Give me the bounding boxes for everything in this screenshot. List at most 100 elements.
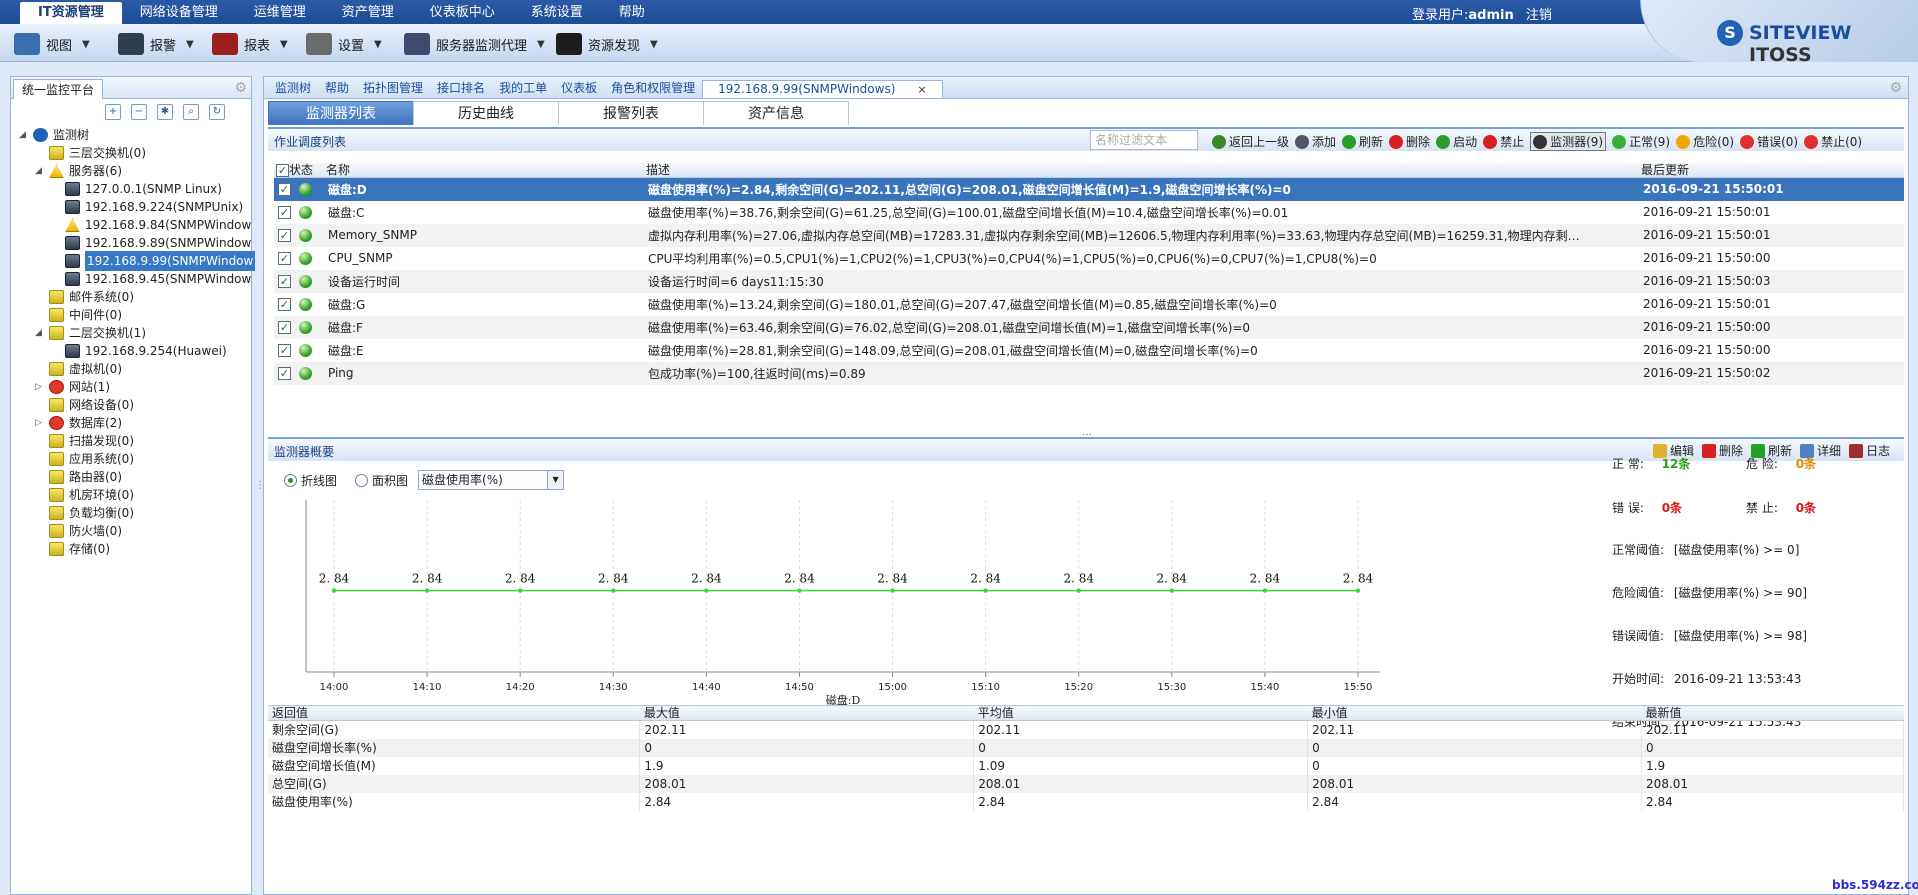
column-header[interactable]: 最新值 <box>1641 705 1904 721</box>
tab-active-device[interactable]: 192.168.9.99(SNMPWindows) × <box>702 80 943 98</box>
topnav-item[interactable]: 运维管理 <box>236 2 324 24</box>
main-tab[interactable]: 仪表板 <box>554 80 604 98</box>
topnav-item[interactable]: IT资源管理 <box>20 2 122 24</box>
summary-action[interactable]: 删除 <box>1702 442 1743 459</box>
main-tab[interactable]: 监测树 <box>268 80 318 98</box>
data-point[interactable] <box>611 588 616 593</box>
topnav-item[interactable]: 网络设备管理 <box>122 2 236 24</box>
topnav-item[interactable]: 仪表板中心 <box>412 2 513 24</box>
tree-node[interactable]: 192.168.9.84(SNMPWindow <box>51 215 251 235</box>
tree-node[interactable]: 应用系统(0) <box>35 449 134 469</box>
tree-node[interactable]: 192.168.9.45(SNMPWindow <box>51 269 251 289</box>
joblist-action[interactable]: 危险(0) <box>1676 133 1734 150</box>
data-point[interactable] <box>797 588 802 593</box>
toolbar-button[interactable]: 服务器监测代理 ▼ <box>404 32 545 56</box>
joblist-action[interactable]: 正常(9) <box>1612 133 1670 150</box>
column-header[interactable]: 平均值 <box>973 705 1308 721</box>
row-checkbox[interactable]: ✓ <box>278 298 291 311</box>
tree-toggle-icon[interactable]: ▷ <box>35 377 45 397</box>
line-chart-radio[interactable] <box>284 473 297 487</box>
tree-node[interactable]: 127.0.0.1(SNMP Linux) <box>51 179 222 199</box>
refresh-icon[interactable]: ↻ <box>209 104 225 120</box>
tab-unified-platform[interactable]: 统一监控平台 <box>13 79 104 99</box>
data-point[interactable] <box>424 588 430 593</box>
tree-node[interactable]: ▷ 网站(1) <box>35 377 110 397</box>
tree-node[interactable]: 防火墙(0) <box>35 521 122 541</box>
joblist-action[interactable]: 刷新 <box>1342 133 1383 150</box>
column-header[interactable]: 名称 <box>324 163 644 178</box>
topnav-item[interactable]: 系统设置 <box>513 2 601 24</box>
tree-node[interactable]: 三层交换机(0) <box>35 143 146 163</box>
sub-tab[interactable]: 报警列表 <box>558 101 704 125</box>
tree-node[interactable]: ◢ 服务器(6) <box>35 161 122 181</box>
tree-node[interactable]: 存储(0) <box>35 539 110 559</box>
select-all-checkbox[interactable]: ✓ <box>276 164 289 177</box>
column-header[interactable]: 描述 <box>644 163 1639 178</box>
data-point[interactable] <box>1169 588 1175 593</box>
tree-node[interactable]: 192.168.9.99(SNMPWindow <box>51 251 256 271</box>
panel-gear-icon[interactable]: ⚙ <box>234 80 247 96</box>
main-tab[interactable]: 我的工单 <box>492 80 554 98</box>
column-header[interactable]: 最小值 <box>1307 705 1642 721</box>
tree-toggle-icon[interactable]: ◢ <box>19 125 29 145</box>
tree-node[interactable]: 扫描发现(0) <box>35 431 134 451</box>
tree-node[interactable]: 虚拟机(0) <box>35 359 122 379</box>
toolbar-button[interactable]: 报警 ▼ <box>118 32 194 56</box>
column-header[interactable]: 返回值 <box>268 705 640 721</box>
tree-node[interactable]: 网络设备(0) <box>35 395 134 415</box>
table-row[interactable]: ✓ 磁盘:E 磁盘使用率(%)=28.81,剩余空间(G)=148.09,总空间(G… <box>274 339 1904 362</box>
chevron-down-icon[interactable]: ▼ <box>650 39 658 50</box>
table-row[interactable]: ✓ CPU_SNMP CPU平均利用率(%)=0.5,CPU1(%)=1,CPU2(… <box>274 247 1904 270</box>
column-header[interactable]: ✓ 状态 <box>274 163 324 178</box>
toolbar-button[interactable]: 设置 ▼ <box>306 32 382 56</box>
locate-icon[interactable]: ✱ <box>157 104 173 120</box>
sub-tab[interactable]: 资产信息 <box>703 101 849 125</box>
joblist-action[interactable]: 禁止(0) <box>1804 133 1862 150</box>
sub-tab[interactable]: 监测器列表 <box>268 101 414 125</box>
column-header[interactable]: 最大值 <box>639 705 974 721</box>
table-row[interactable]: ✓ 磁盘:F 磁盘使用率(%)=63.46,剩余空间(G)=76.02,总空间(G)… <box>274 315 1904 339</box>
main-tab[interactable]: 拓扑图管理 <box>356 80 430 98</box>
name-filter-input[interactable]: 名称过滤文本 <box>1090 130 1198 150</box>
tabs-gear-icon[interactable]: ⚙ <box>1889 80 1902 96</box>
row-checkbox[interactable]: ✓ <box>278 206 291 219</box>
chevron-down-icon[interactable]: ▼ <box>374 39 382 50</box>
topnav-item[interactable]: 资产管理 <box>324 2 412 24</box>
table-row[interactable]: ✓ 磁盘:G 磁盘使用率(%)=13.24,剩余空间(G)=180.01,总空间(G… <box>274 293 1904 316</box>
tree-node[interactable]: ◢ 二层交换机(1) <box>35 323 146 343</box>
tree-node[interactable]: 192.168.9.89(SNMPWindow <box>51 233 251 253</box>
joblist-action[interactable]: 错误(0) <box>1740 133 1798 150</box>
row-checkbox[interactable]: ✓ <box>278 344 291 357</box>
data-point[interactable] <box>704 588 709 593</box>
chevron-down-icon[interactable]: ▼ <box>547 471 564 489</box>
table-row[interactable]: ✓ Memory_SNMP 虚拟内存利用率(%)=27.06,虚拟内存总空间(MB)… <box>274 223 1904 247</box>
table-row[interactable]: ✓ 磁盘:D 磁盘使用率(%)=2.84,剩余空间(G)=202.11,总空间(G)… <box>274 177 1904 201</box>
joblist-action[interactable]: 禁止 <box>1483 133 1524 150</box>
main-tab[interactable]: 帮助 <box>318 80 356 98</box>
area-chart-radio[interactable] <box>355 473 369 487</box>
column-header[interactable]: 最后更新 <box>1639 163 1904 178</box>
data-point[interactable] <box>1355 588 1361 593</box>
collapse-all-icon[interactable]: − <box>131 104 147 120</box>
toolbar-button[interactable]: 报表 ▼ <box>212 32 288 56</box>
row-checkbox[interactable]: ✓ <box>278 229 291 242</box>
tree-node[interactable]: 机房环境(0) <box>35 485 134 505</box>
tree-node[interactable]: 192.168.9.224(SNMPUnix) <box>51 197 243 217</box>
tree-node[interactable]: 负载均衡(0) <box>35 503 134 523</box>
main-tab[interactable]: 接口排名 <box>430 80 492 98</box>
data-point[interactable] <box>1262 588 1268 593</box>
row-checkbox[interactable]: ✓ <box>278 275 291 288</box>
data-point[interactable] <box>983 588 988 593</box>
search-icon[interactable]: ⌕ <box>183 104 199 120</box>
logout-link[interactable]: 注销 <box>1526 8 1552 23</box>
joblist-action[interactable]: 删除 <box>1389 133 1430 150</box>
table-row[interactable]: ✓ 设备运行时间 设备运行时间=6 days11:15:30 2016-09-21 1… <box>274 269 1904 293</box>
tree-node[interactable]: 192.168.9.254(Huawei) <box>51 341 227 361</box>
toolbar-button[interactable]: 资源发现 ▼ <box>556 32 658 56</box>
data-point[interactable] <box>331 588 337 593</box>
row-checkbox[interactable]: ✓ <box>278 321 291 334</box>
tree-node[interactable]: 中间件(0) <box>35 305 122 325</box>
tree-node[interactable]: ◢ 监测树 <box>19 125 89 145</box>
chevron-down-icon[interactable]: ▼ <box>537 39 545 50</box>
table-row[interactable]: ✓ Ping 包成功率(%)=100,往返时间(ms)=0.89 2016-09-21… <box>274 361 1904 385</box>
